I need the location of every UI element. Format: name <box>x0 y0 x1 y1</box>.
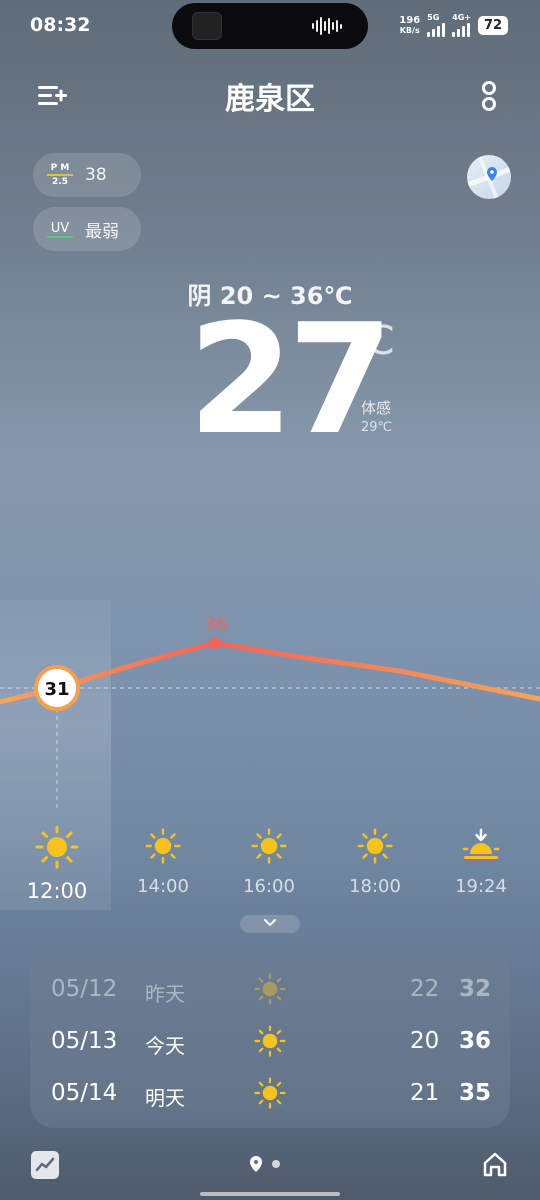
daily-row[interactable]: 05/14 明天 21 35 <box>30 1068 510 1116</box>
daily-forecast-card[interactable]: 05/12 昨天 22 32 05/13 今天 20 36 05/14 明天 2… <box>30 948 510 1128</box>
hour-item[interactable]: 18:00 <box>330 828 420 897</box>
hour-time: 12:00 <box>26 879 88 903</box>
hour-time: 14:00 <box>137 876 189 897</box>
day-low: 22 <box>410 976 440 1002</box>
day-low: 20 <box>410 1028 440 1054</box>
home-icon <box>483 1152 507 1177</box>
pm25-value: 38 <box>85 165 107 185</box>
expand-button[interactable] <box>240 915 300 933</box>
net-speed: 196 KB/s <box>399 14 421 35</box>
hour-item[interactable]: 19:24 <box>436 828 526 897</box>
uv-chip[interactable]: UV 最弱 <box>33 207 141 251</box>
day-date: 05/12 <box>51 976 118 1002</box>
day-high: 32 <box>459 976 492 1002</box>
signal-sim2-icon: 4G+ <box>452 14 471 37</box>
feels-like-label: 体感 <box>361 399 392 417</box>
current-temp-dot-label: 31 <box>44 679 69 700</box>
sun-icon <box>251 828 287 864</box>
dynamic-island <box>172 3 368 49</box>
sunset-icon <box>462 828 500 859</box>
trend-button[interactable] <box>31 1151 59 1179</box>
hour-time: 16:00 <box>243 876 295 897</box>
signal-sim1-icon: 5G <box>427 14 446 37</box>
day-date: 05/14 <box>51 1080 118 1106</box>
max-temp-dot <box>209 637 221 649</box>
sun-icon <box>145 828 181 864</box>
hour-item[interactable]: 12:00 <box>12 825 102 903</box>
day-name: 明天 <box>145 1086 185 1110</box>
more-button[interactable] <box>478 80 500 112</box>
temp-unit: ℃ <box>350 318 395 364</box>
camera-icon <box>192 12 222 40</box>
sun-icon <box>254 973 286 1005</box>
max-temp-label: 36 <box>205 614 228 635</box>
hourly-temp-chart: 36 31 <box>0 614 540 810</box>
hour-time: 18:00 <box>349 876 401 897</box>
day-date: 05/13 <box>51 1028 118 1054</box>
day-high: 36 <box>459 1028 492 1054</box>
home-button[interactable] <box>481 1150 509 1178</box>
map-button[interactable] <box>467 155 511 199</box>
pm25-icon: P M 2.5 <box>47 163 73 187</box>
battery-icon: 72 <box>478 16 508 35</box>
status-time: 08:32 <box>30 14 91 36</box>
audio-wave-icon <box>312 16 342 36</box>
sun-icon <box>254 1025 286 1057</box>
uv-icon: UV <box>47 221 73 238</box>
day-low: 21 <box>410 1080 440 1106</box>
temp-curve <box>0 640 540 705</box>
day-name: 今天 <box>145 1034 185 1058</box>
home-indicator[interactable] <box>200 1192 340 1196</box>
hour-item[interactable]: 14:00 <box>118 828 208 897</box>
page-indicator[interactable] <box>249 1155 281 1173</box>
hour-time: 19:24 <box>455 876 507 897</box>
sun-icon <box>35 825 79 869</box>
map-pin-icon <box>467 155 511 199</box>
feels-like-value: 29℃ <box>361 420 393 435</box>
uv-value: 最弱 <box>85 221 119 242</box>
sun-icon <box>357 828 393 864</box>
status-icons: 196 KB/s 5G 4G+ 72 <box>399 14 508 37</box>
daily-row[interactable]: 05/12 昨天 22 32 <box>30 964 510 1012</box>
page-dot-icon <box>272 1160 280 1168</box>
hour-item[interactable]: 16:00 <box>224 828 314 897</box>
location-pin-icon <box>250 1156 262 1172</box>
trend-chart-icon <box>35 1157 55 1172</box>
page-title: 鹿泉区 <box>225 82 315 117</box>
day-high: 35 <box>459 1080 492 1106</box>
day-name: 昨天 <box>145 982 185 1006</box>
daily-row[interactable]: 05/13 今天 20 36 <box>30 1016 510 1064</box>
chevron-down-icon <box>264 919 276 926</box>
sun-icon <box>254 1077 286 1109</box>
more-vertical-icon <box>482 81 496 111</box>
pm25-chip[interactable]: P M 2.5 38 <box>33 153 141 197</box>
